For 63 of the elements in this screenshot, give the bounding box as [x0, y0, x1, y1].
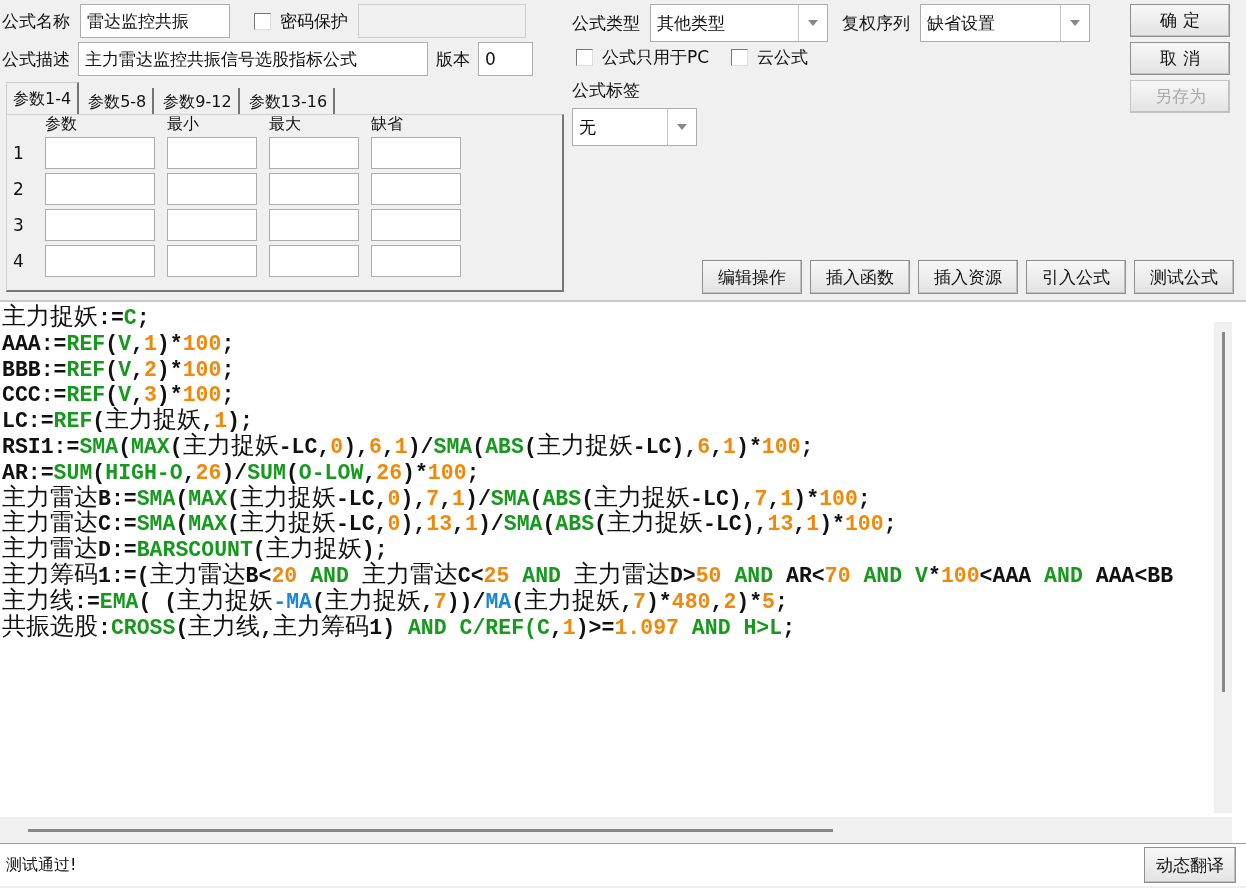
- password-field[interactable]: [358, 4, 526, 38]
- caret-icon: [677, 124, 687, 130]
- caret-icon: [1070, 20, 1080, 26]
- input-field[interactable]: [45, 245, 155, 277]
- input-field[interactable]: [269, 173, 359, 205]
- field-label: 公式类型: [572, 11, 640, 35]
- code-line: BBB:=REF(V,2)*100;: [2, 357, 235, 384]
- input-field[interactable]: 0: [478, 42, 533, 76]
- caret-icon: [808, 20, 818, 26]
- code-line: 主力线:=EMA( (主力捉妖-MA(主力捉妖,7))/MA(主力捉妖,7)*480,2)*5;: [2, 589, 788, 614]
- row-number: 4: [13, 251, 25, 271]
- code-line: 主力筹码1:=(主力雷达B<20 AND 主力雷达C<25 AND 主力雷达D>50 AND AR<70 AND V*100<AAA AND AAA<BB: [2, 563, 1174, 588]
- horizontal-scrollbar[interactable]: [0, 817, 1232, 843]
- input-field[interactable]: [371, 173, 461, 205]
- toolbar-button[interactable]: 引入公式: [1026, 260, 1126, 294]
- field-label: 公式名称: [2, 9, 70, 33]
- input-field[interactable]: [167, 245, 257, 277]
- input-field[interactable]: [269, 209, 359, 241]
- input-field[interactable]: 主力雷达监控共振信号选股指标公式: [78, 42, 428, 76]
- tab[interactable]: 参数1-4: [6, 82, 80, 114]
- field-label: 版本: [436, 47, 470, 71]
- checkbox[interactable]: [731, 49, 749, 66]
- input-field[interactable]: [167, 137, 257, 169]
- toolbar-button[interactable]: 插入资源: [918, 260, 1018, 294]
- field-label: 复权序列: [842, 11, 910, 35]
- checkbox[interactable]: [254, 12, 271, 30]
- input-field[interactable]: [167, 173, 257, 205]
- dropdown[interactable]: 其他类型: [650, 4, 828, 42]
- column-header: 参数: [44, 115, 78, 135]
- toolbar-button[interactable]: 测试公式: [1134, 260, 1234, 294]
- code-line: AR:=SUM(HIGH-O,26)/SUM(O-LOW,26)*100;: [2, 460, 480, 485]
- dropdown[interactable]: 无: [572, 108, 697, 146]
- input-field[interactable]: 雷达监控共振: [80, 4, 230, 38]
- status-message: 测试通过!: [6, 854, 77, 876]
- column-header: 最大: [268, 115, 302, 135]
- checkbox-label: 云公式: [757, 46, 809, 69]
- toolbar-button[interactable]: 编辑操作: [702, 260, 802, 294]
- dropdown[interactable]: 缺省设置: [920, 4, 1090, 42]
- field-label: 公式描述: [2, 47, 70, 71]
- input-field[interactable]: [371, 209, 461, 241]
- input-field[interactable]: [371, 245, 461, 277]
- input-field[interactable]: [371, 137, 461, 169]
- checkbox[interactable]: [576, 49, 593, 66]
- row-number: 2: [13, 179, 25, 199]
- translate-button[interactable]: 动态翻译: [1144, 847, 1236, 883]
- dialog-button[interactable]: 取 消: [1130, 42, 1230, 75]
- row-number: 3: [13, 215, 25, 235]
- vertical-scrollbar[interactable]: [1214, 322, 1232, 813]
- dialog-button[interactable]: 确 定: [1130, 4, 1230, 37]
- input-field[interactable]: [45, 137, 155, 169]
- input-field[interactable]: [167, 209, 257, 241]
- input-field[interactable]: [269, 137, 359, 169]
- row-number: 1: [13, 143, 25, 163]
- input-field[interactable]: [45, 173, 155, 205]
- checkbox-label: 公式只用于PC: [602, 46, 710, 69]
- code-line: AAA:=REF(V,1)*100;: [2, 331, 235, 358]
- checkbox-label: 密码保护: [280, 9, 348, 33]
- column-header: 最小: [166, 115, 200, 135]
- toolbar-button[interactable]: 插入函数: [810, 260, 910, 294]
- field-label: 公式标签: [572, 79, 641, 102]
- column-header: 缺省: [370, 115, 404, 135]
- input-field[interactable]: [269, 245, 359, 277]
- input-field[interactable]: [45, 209, 155, 241]
